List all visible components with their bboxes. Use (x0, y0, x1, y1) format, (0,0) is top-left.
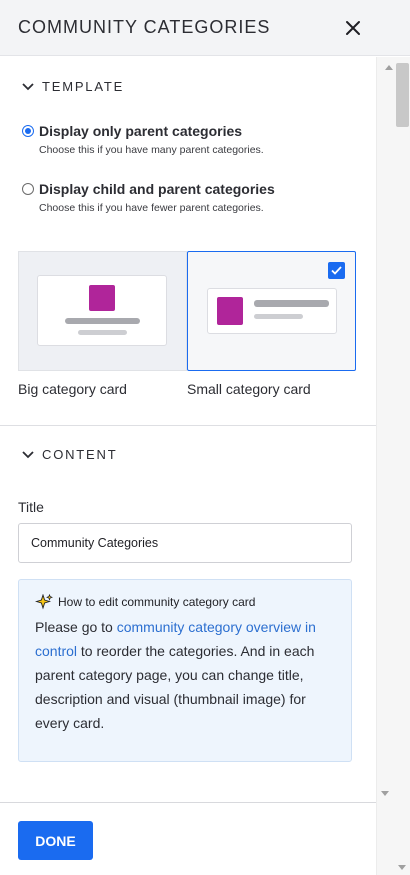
title-placeholder (65, 318, 140, 324)
big-category-card-option[interactable] (18, 251, 187, 371)
description-placeholder (254, 314, 303, 319)
info-title-text: How to edit community category card (58, 595, 256, 609)
content-section-label: CONTENT (42, 447, 118, 462)
small-card-preview (207, 288, 337, 334)
panel-title: COMMUNITY CATEGORIES (18, 17, 271, 37)
info-title: How to edit community category card (35, 594, 335, 610)
content-section-toggle[interactable]: CONTENT (22, 447, 117, 462)
close-button[interactable] (338, 14, 368, 42)
radio-child-and-parent-label: Display child and parent categories (39, 181, 275, 197)
chevron-down-icon (22, 82, 34, 90)
checkmark-icon (331, 266, 342, 275)
big-card-preview (37, 275, 167, 346)
scroll-down-arrow[interactable] (381, 791, 389, 796)
info-text-after: to reorder the categories. And in each p… (35, 643, 315, 731)
panel-footer: DONE (0, 802, 376, 875)
info-text-before: Please go to (35, 619, 117, 635)
scroll-up-arrow[interactable] (385, 65, 393, 70)
radio-parent-only-help: Choose this if you have many parent cate… (39, 144, 264, 156)
radio-button-selected[interactable] (22, 125, 34, 137)
scroll-thumb[interactable] (396, 63, 409, 127)
radio-button[interactable] (22, 183, 34, 195)
thumbnail-placeholder (217, 297, 243, 325)
title-input[interactable] (18, 523, 352, 563)
small-category-card-option[interactable] (187, 251, 356, 371)
template-section-label: TEMPLATE (42, 79, 125, 94)
done-button[interactable]: DONE (18, 821, 93, 860)
panel-header: COMMUNITY CATEGORIES (0, 0, 410, 56)
selected-checkbox[interactable] (328, 262, 345, 279)
description-placeholder (78, 330, 127, 335)
template-section-toggle[interactable]: TEMPLATE (22, 79, 124, 94)
sparkles-icon (35, 594, 53, 610)
radio-child-and-parent-help: Choose this if you have fewer parent cat… (39, 202, 264, 214)
scrollbar[interactable] (376, 57, 410, 875)
radio-parent-only-label: Display only parent categories (39, 123, 243, 139)
thumbnail-placeholder (89, 285, 115, 311)
radio-parent-only[interactable]: Display only parent categories Choose th… (22, 123, 264, 156)
info-body: Please go to community category overview… (35, 615, 335, 735)
page-scroll-down-arrow[interactable] (398, 865, 406, 870)
close-icon (346, 21, 360, 35)
section-divider (0, 425, 376, 426)
title-placeholder (254, 300, 329, 307)
radio-child-and-parent[interactable]: Display child and parent categories Choo… (22, 181, 275, 214)
big-category-card-label: Big category card (18, 381, 127, 397)
info-box: How to edit community category card Plea… (18, 579, 352, 762)
chevron-down-icon (22, 450, 34, 458)
small-category-card-label: Small category card (187, 381, 311, 397)
title-field-label: Title (18, 499, 44, 515)
settings-scroll-area: TEMPLATE Display only parent categories … (0, 57, 376, 802)
